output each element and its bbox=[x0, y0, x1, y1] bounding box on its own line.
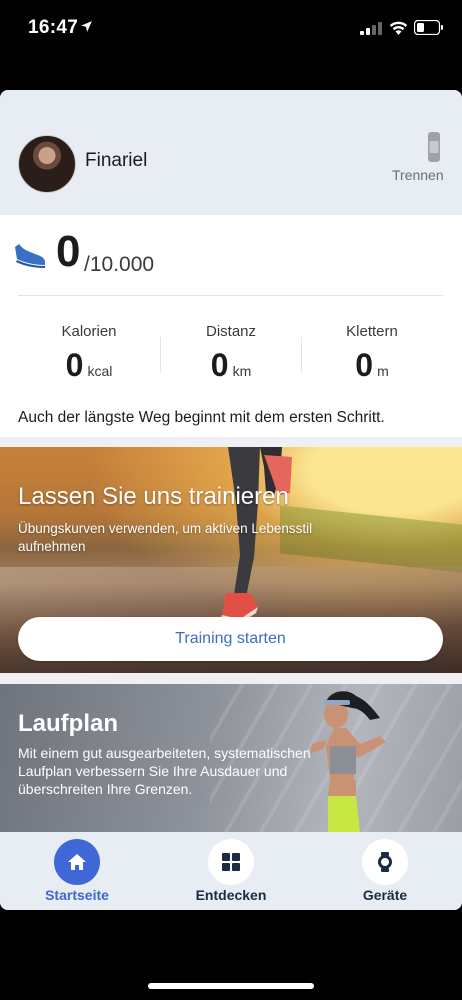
tab-label: Startseite bbox=[45, 887, 109, 903]
wifi-icon bbox=[389, 21, 408, 35]
profile-header: Finariel Trennen bbox=[0, 90, 462, 215]
metric-unit: m bbox=[377, 363, 389, 379]
location-arrow-icon bbox=[81, 21, 92, 32]
signal-icon bbox=[360, 22, 382, 35]
metric-value: 0 bbox=[65, 347, 84, 383]
tab-icon-circle bbox=[208, 839, 254, 885]
divider bbox=[18, 295, 443, 296]
metric-calories: Kalorien 0 kcal bbox=[14, 323, 164, 393]
status-time: 16:47 bbox=[28, 17, 79, 38]
tab-home[interactable]: Startseite bbox=[17, 832, 137, 910]
tab-icon-circle bbox=[54, 839, 100, 885]
watch-icon bbox=[378, 852, 392, 872]
status-bar: 16:47 bbox=[0, 0, 462, 60]
motto-text: Auch der längste Weg beginnt mit dem ers… bbox=[0, 400, 462, 436]
metric-unit: kcal bbox=[87, 363, 113, 379]
grid-icon bbox=[222, 853, 240, 871]
tab-discover[interactable]: Entdecken bbox=[171, 832, 291, 910]
tab-icon-circle bbox=[362, 839, 408, 885]
home-indicator[interactable] bbox=[148, 983, 314, 989]
metric-label: Kalorien bbox=[61, 323, 117, 340]
avatar[interactable] bbox=[18, 135, 76, 193]
run-plan-subtitle: Mit einem gut ausgearbeiteten, systemati… bbox=[18, 745, 311, 797]
phone-screen: 16:47 Finariel Trennen 0 /10.000 Kalorie… bbox=[0, 0, 462, 1000]
shoe-icon bbox=[15, 244, 45, 268]
steps-count: 0 bbox=[56, 227, 81, 276]
steps-goal: /10.000 bbox=[84, 253, 155, 276]
watch-icon bbox=[428, 132, 440, 162]
metric-distance: Distanz 0 km bbox=[156, 323, 306, 393]
metric-value: 0 bbox=[210, 347, 229, 383]
metric-value: 0 bbox=[355, 347, 374, 383]
disconnect-label: Trennen bbox=[392, 167, 444, 183]
tab-devices[interactable]: Geräte bbox=[325, 832, 445, 910]
home-icon bbox=[68, 854, 86, 870]
run-plan-banner[interactable]: Laufplan Mit einem gut ausgearbeiteten, … bbox=[0, 684, 462, 832]
training-banner[interactable]: Lassen Sie uns trainieren Übungskurven v… bbox=[0, 447, 462, 673]
training-title: Lassen Sie uns trainieren bbox=[18, 483, 289, 510]
metric-label: Distanz bbox=[205, 323, 257, 340]
metric-unit: km bbox=[232, 363, 252, 379]
username: Finariel bbox=[85, 150, 148, 171]
tab-label: Entdecken bbox=[195, 887, 267, 903]
tab-label: Geräte bbox=[362, 887, 408, 903]
disconnect-button[interactable]: Trennen bbox=[388, 132, 448, 183]
bottom-tab-bar: Startseite Entdecken Geräte bbox=[0, 832, 462, 910]
metric-label: Klettern bbox=[346, 323, 398, 340]
metric-climb: Klettern 0m bbox=[297, 323, 447, 393]
training-subtitle: Übungskurven verwenden, um aktiven Leben… bbox=[18, 521, 313, 554]
run-plan-title: Laufplan bbox=[18, 710, 118, 737]
app-content: Finariel Trennen 0 /10.000 Kalorien 0 kc… bbox=[0, 90, 462, 910]
start-training-button[interactable]: Training starten bbox=[18, 617, 443, 661]
battery-icon bbox=[414, 20, 443, 35]
